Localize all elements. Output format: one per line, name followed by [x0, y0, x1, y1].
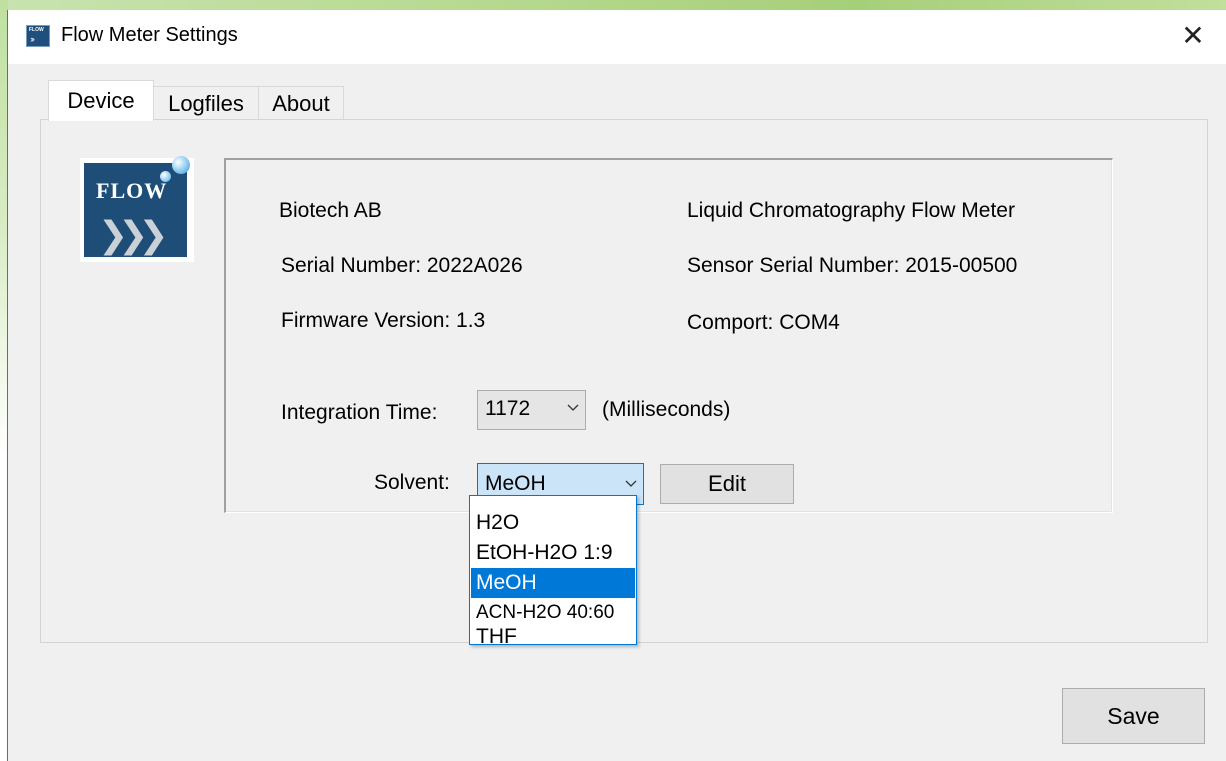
solvent-dropdown-list: H2O EtOH-H2O 1:9 MeOH ACN-H2O 40:60 THF [469, 495, 637, 648]
company-label: Biotech AB [279, 199, 382, 222]
window-title: Flow Meter Settings [61, 24, 238, 46]
title-bar: FLOW ››› Flow Meter Settings ✕ [8, 10, 1226, 64]
solvent-label: Solvent: [374, 471, 450, 494]
solvent-option-meoh[interactable]: MeOH [471, 568, 635, 598]
chevron-down-icon [625, 480, 637, 487]
logo-text: FLOW [96, 178, 168, 203]
flow-logo-icon: FLOW ❯❯❯ [80, 156, 194, 262]
close-icon: ✕ [1181, 18, 1205, 52]
tab-device[interactable]: Device [48, 80, 154, 121]
sensor-serial-number-label: Sensor Serial Number: 2015-00500 [687, 254, 1018, 277]
solvent-value: MeOH [485, 472, 546, 495]
tab-about[interactable]: About [258, 86, 344, 121]
desktop-background [0, 0, 1226, 10]
solvent-option-h2o[interactable]: H2O [471, 508, 635, 538]
integration-time-value: 1172 [485, 397, 531, 420]
save-button[interactable]: Save [1062, 688, 1205, 744]
integration-time-unit: (Milliseconds) [602, 398, 731, 421]
chevron-down-icon [567, 404, 579, 411]
solvent-option-acn-h2o[interactable]: ACN-H2O 40:60 [471, 598, 635, 628]
firmware-version-label: Firmware Version: 1.3 [281, 309, 486, 332]
app-icon: FLOW ››› [26, 25, 50, 47]
solvent-option-etoh-h2o[interactable]: EtOH-H2O 1:9 [471, 538, 635, 568]
product-label: Liquid Chromatography Flow Meter [687, 199, 1015, 222]
comport-label: Comport: COM4 [687, 311, 840, 334]
integration-time-label: Integration Time: [281, 401, 438, 424]
integration-time-select[interactable]: 1172 [477, 390, 586, 430]
edit-solvent-button[interactable]: Edit [660, 464, 794, 504]
serial-number-label: Serial Number: 2022A026 [281, 254, 523, 277]
tab-logfiles[interactable]: Logfiles [153, 86, 259, 121]
close-button[interactable]: ✕ [1168, 14, 1218, 56]
solvent-option-thf[interactable]: THF [471, 625, 635, 648]
